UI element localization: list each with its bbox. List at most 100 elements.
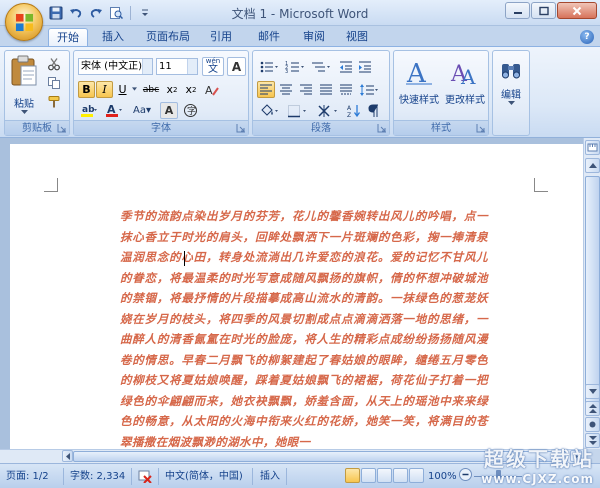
font-size-grow-button[interactable]: Aa▾ xyxy=(128,102,156,119)
horizontal-scrollbar[interactable] xyxy=(0,449,583,463)
select-browse-object-button[interactable] xyxy=(585,417,600,432)
tab-home[interactable]: 开始 xyxy=(48,28,88,46)
font-size-combo[interactable]: 11 xyxy=(156,58,198,75)
format-painter-icon xyxy=(48,95,60,107)
tab-review[interactable]: 审阅 xyxy=(296,28,332,46)
tab-references[interactable]: 引用 xyxy=(203,28,239,46)
italic-button[interactable]: I xyxy=(96,81,113,98)
margin-corner-mark xyxy=(44,178,58,192)
vertical-scroll-thumb[interactable] xyxy=(585,176,600,406)
document-area: 季节的流韵点染出岁月的芬芳，花儿的馨香婉转出风儿的吟唱，点一抹心香立于时光的肩头… xyxy=(0,138,583,449)
scroll-down-button[interactable] xyxy=(585,384,600,399)
line-spacing-button[interactable] xyxy=(357,81,381,98)
previous-page-button[interactable] xyxy=(585,401,600,416)
help-icon[interactable]: ? xyxy=(580,30,594,44)
copy-button[interactable] xyxy=(45,74,63,91)
pilcrow-icon xyxy=(368,104,378,117)
dialog-launcher-icon[interactable] xyxy=(476,123,486,133)
paste-button[interactable]: 粘贴 xyxy=(7,53,41,115)
document-body-text[interactable]: 季节的流韵点染出岁月的芬芳，花儿的馨香婉转出风儿的吟唱，点一抹心香立于时光的肩头… xyxy=(120,206,488,449)
insert-mode-status[interactable]: 插入 xyxy=(260,470,280,484)
change-styles-button[interactable]: A A 更改样式 xyxy=(442,53,488,119)
zoom-level[interactable]: 100% xyxy=(428,470,457,484)
paste-icon xyxy=(11,55,37,85)
increase-indent-button[interactable] xyxy=(356,58,374,75)
minus-icon xyxy=(459,468,472,481)
scroll-right-button[interactable] xyxy=(570,450,582,462)
dialog-launcher-icon[interactable] xyxy=(57,123,67,133)
char-shading-button[interactable]: A xyxy=(160,102,178,119)
distributed-button[interactable] xyxy=(337,81,355,98)
bullets-button[interactable] xyxy=(257,58,281,75)
page-number-status[interactable]: 页面: 1/2 xyxy=(6,470,49,484)
document-page[interactable]: 季节的流韵点染出岁月的芬芳，花儿的馨香婉转出风儿的吟唱，点一抹心香立于时光的肩头… xyxy=(10,144,583,449)
align-center-button[interactable] xyxy=(277,81,295,98)
sort-button[interactable]: A Z xyxy=(345,102,363,119)
vertical-scrollbar[interactable] xyxy=(583,138,600,449)
office-button[interactable] xyxy=(5,3,43,41)
shading-button[interactable] xyxy=(257,102,281,119)
cut-button[interactable] xyxy=(45,55,63,72)
ruler-toggle-button[interactable] xyxy=(585,140,600,155)
numbering-button[interactable]: 1 2 3 xyxy=(283,58,307,75)
full-screen-reading-view-button[interactable] xyxy=(361,468,376,483)
double-arrow-down-icon xyxy=(588,436,597,445)
ribbon-tabs: 开始 插入 页面布局 引用 邮件 审阅 视图 ? xyxy=(0,26,600,46)
status-separator xyxy=(158,468,159,485)
decrease-indent-button[interactable] xyxy=(337,58,355,75)
scroll-left-button[interactable] xyxy=(62,450,73,462)
word-count-status[interactable]: 字数: 2,334 xyxy=(70,470,125,484)
phonetic-guide-button[interactable]: wén 文 xyxy=(202,57,224,76)
status-separator xyxy=(131,468,132,485)
quick-styles-button[interactable]: A 快速样式 xyxy=(396,53,442,119)
tab-mailings[interactable]: 邮件 xyxy=(251,28,287,46)
zoom-slider-thumb[interactable] xyxy=(496,470,501,482)
horizontal-scroll-thumb[interactable] xyxy=(73,451,568,462)
align-right-button[interactable] xyxy=(297,81,315,98)
highlight-button[interactable]: ab xyxy=(78,102,100,119)
chevron-down-icon[interactable] xyxy=(187,59,197,74)
web-layout-view-button[interactable] xyxy=(377,468,392,483)
close-button[interactable] xyxy=(557,2,597,19)
superscript-button[interactable]: x2 xyxy=(182,81,200,98)
align-center-icon xyxy=(280,84,292,94)
underline-dropdown[interactable] xyxy=(131,84,138,94)
underline-button[interactable]: U xyxy=(114,81,131,98)
tab-insert[interactable]: 插入 xyxy=(94,28,132,46)
char-border-button[interactable]: A xyxy=(227,57,246,76)
language-status[interactable]: 中文(简体，中国) xyxy=(165,470,243,484)
font-name-combo[interactable]: 宋体 (中文正) xyxy=(78,58,153,75)
draft-view-button[interactable] xyxy=(409,468,424,483)
scroll-up-button[interactable] xyxy=(585,158,600,173)
dialog-launcher-icon[interactable] xyxy=(377,123,387,133)
multilevel-list-button[interactable] xyxy=(309,58,333,75)
subscript-button[interactable]: x2 xyxy=(163,81,181,98)
bold-button[interactable]: B xyxy=(78,81,95,98)
format-painter-button[interactable] xyxy=(45,93,63,110)
next-page-button[interactable] xyxy=(585,433,600,448)
arrow-up-icon xyxy=(588,163,597,168)
show-marks-button[interactable] xyxy=(365,102,383,119)
print-layout-view-button[interactable] xyxy=(345,468,360,483)
justify-icon xyxy=(320,84,332,94)
chevron-down-icon[interactable] xyxy=(142,59,152,74)
strikethrough-button[interactable]: abc xyxy=(141,81,161,98)
tab-view[interactable]: 视图 xyxy=(339,28,375,46)
chinese-layout-button[interactable] xyxy=(315,102,341,119)
status-separator xyxy=(252,468,253,485)
minimize-button[interactable] xyxy=(505,2,530,19)
borders-button[interactable] xyxy=(285,102,309,119)
arrow-down-icon xyxy=(588,389,597,394)
dialog-launcher-icon[interactable] xyxy=(236,123,246,133)
maximize-button[interactable] xyxy=(531,2,556,19)
zoom-out-button[interactable] xyxy=(459,468,472,482)
justify-button[interactable] xyxy=(317,81,335,98)
tab-page-layout[interactable]: 页面布局 xyxy=(140,28,196,46)
enclose-char-button[interactable]: 字 xyxy=(181,102,199,119)
editing-button[interactable]: 编辑 xyxy=(495,53,527,119)
align-left-button[interactable] xyxy=(257,81,275,98)
outline-view-button[interactable] xyxy=(393,468,408,483)
font-color-button[interactable]: A xyxy=(103,102,125,119)
change-case-button[interactable]: A xyxy=(202,81,222,98)
proofing-status[interactable] xyxy=(138,470,152,484)
